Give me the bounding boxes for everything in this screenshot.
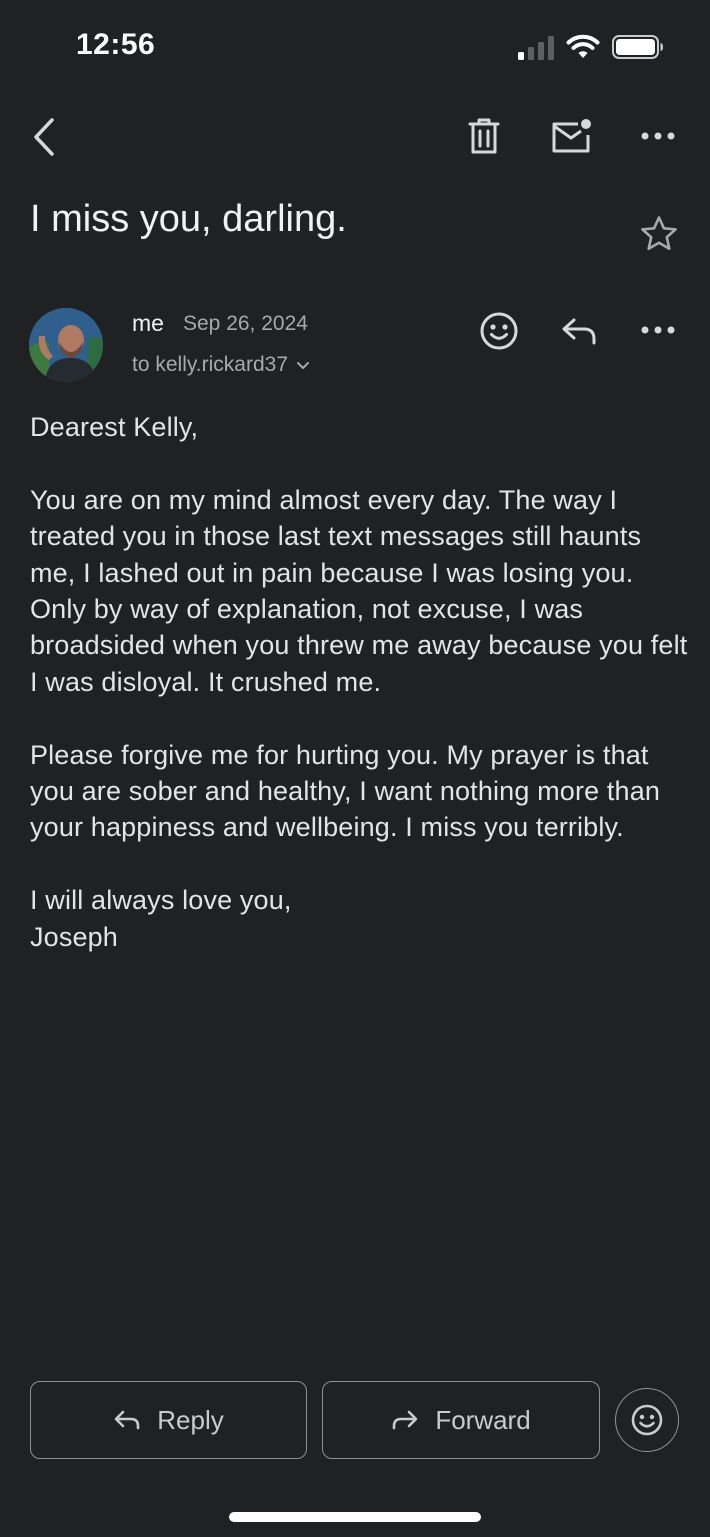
back-button[interactable]: [22, 112, 66, 162]
forward-button[interactable]: Forward: [322, 1381, 600, 1459]
message-more-button[interactable]: [636, 312, 680, 348]
more-horizontal-icon: [641, 326, 675, 334]
emoji-icon: [480, 312, 518, 350]
reply-icon: [562, 318, 596, 345]
sender-avatar[interactable]: [29, 308, 103, 382]
body-paragraph: You are on my mind almost every day. The…: [30, 484, 688, 697]
reply-label: Reply: [157, 1404, 224, 1435]
body-closing: I will always love you,: [30, 885, 292, 916]
more-options-button[interactable]: [636, 116, 680, 156]
wifi-icon: [566, 34, 600, 58]
recipient-details-toggle[interactable]: to kelly.rickard37: [132, 353, 310, 377]
sender-name: me: [132, 310, 164, 336]
chevron-down-icon: [297, 361, 310, 369]
body-greeting: Dearest Kelly,: [30, 412, 199, 442]
trash-icon: [468, 118, 500, 154]
forward-icon: [393, 1410, 418, 1430]
body-paragraph: Please forgive me for hurting you. My pr…: [30, 739, 661, 843]
more-horizontal-icon: [641, 132, 675, 140]
email-date: Sep 26, 2024: [183, 312, 308, 335]
mail-unread-icon: [552, 119, 591, 153]
mark-unread-button[interactable]: [548, 114, 596, 158]
forward-label: Forward: [435, 1404, 531, 1435]
home-indicator[interactable]: [229, 1512, 481, 1522]
avatar-photo: [29, 308, 103, 382]
add-reaction-button[interactable]: [478, 310, 520, 352]
emoji-icon: [631, 1404, 663, 1436]
email-body: Dearest Kelly, You are on my mind almost…: [30, 409, 690, 955]
chevron-left-icon: [34, 118, 54, 156]
email-subject: I miss you, darling.: [30, 198, 347, 240]
delete-button[interactable]: [462, 114, 506, 158]
star-outline-icon: [641, 216, 677, 250]
reply-icon: [114, 1410, 140, 1430]
recipient-text: to kelly.rickard37: [132, 353, 289, 376]
body-signature: Joseph: [30, 921, 118, 952]
star-button[interactable]: [636, 210, 682, 256]
cellular-signal-icon: [518, 36, 554, 60]
status-time: 12:56: [76, 28, 156, 61]
reply-button[interactable]: Reply: [30, 1381, 307, 1459]
reply-icon-button[interactable]: [558, 310, 600, 352]
battery-icon: [612, 35, 663, 59]
emoji-reaction-button[interactable]: [615, 1388, 679, 1452]
